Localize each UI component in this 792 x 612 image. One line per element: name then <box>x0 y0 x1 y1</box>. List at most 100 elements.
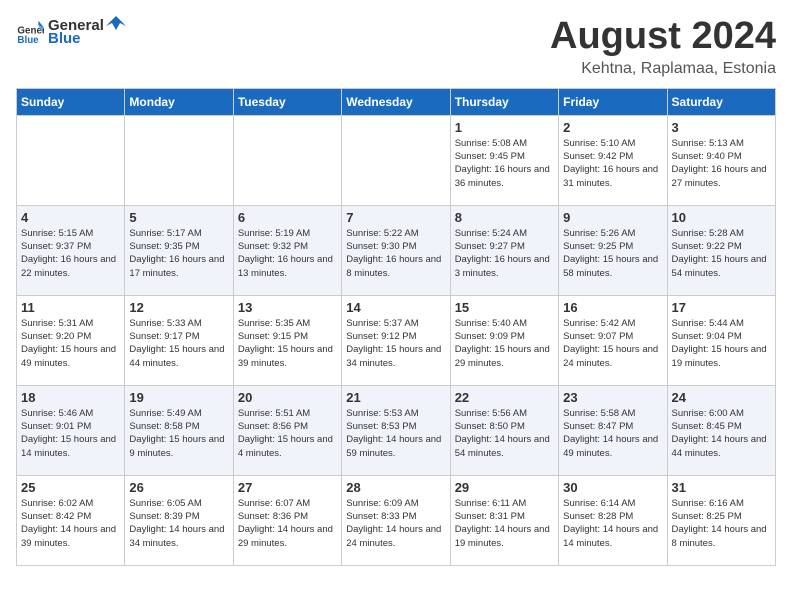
day-number: 8 <box>455 210 554 225</box>
calendar-week-row: 11 Sunrise: 5:31 AMSunset: 9:20 PMDaylig… <box>17 295 776 385</box>
weekday-header-cell: Thursday <box>450 88 558 115</box>
day-number: 14 <box>346 300 445 315</box>
day-info: Sunrise: 5:13 AMSunset: 9:40 PMDaylight:… <box>672 137 771 190</box>
calendar-day-cell: 12 Sunrise: 5:33 AMSunset: 9:17 PMDaylig… <box>125 295 233 385</box>
svg-text:Blue: Blue <box>17 35 39 46</box>
day-info: Sunrise: 5:40 AMSunset: 9:09 PMDaylight:… <box>455 317 554 370</box>
day-number: 5 <box>129 210 228 225</box>
day-info: Sunrise: 5:42 AMSunset: 9:07 PMDaylight:… <box>563 317 662 370</box>
day-info: Sunrise: 5:49 AMSunset: 8:58 PMDaylight:… <box>129 407 228 460</box>
day-info: Sunrise: 5:58 AMSunset: 8:47 PMDaylight:… <box>563 407 662 460</box>
calendar-subtitle: Kehtna, Raplamaa, Estonia <box>550 60 776 78</box>
day-info: Sunrise: 5:56 AMSunset: 8:50 PMDaylight:… <box>455 407 554 460</box>
day-info: Sunrise: 5:10 AMSunset: 9:42 PMDaylight:… <box>563 137 662 190</box>
day-number: 12 <box>129 300 228 315</box>
calendar-table: SundayMondayTuesdayWednesdayThursdayFrid… <box>16 88 776 566</box>
calendar-day-cell: 15 Sunrise: 5:40 AMSunset: 9:09 PMDaylig… <box>450 295 558 385</box>
calendar-day-cell: 5 Sunrise: 5:17 AMSunset: 9:35 PMDayligh… <box>125 205 233 295</box>
day-number: 31 <box>672 480 771 495</box>
day-number: 21 <box>346 390 445 405</box>
day-number: 15 <box>455 300 554 315</box>
calendar-day-cell: 2 Sunrise: 5:10 AMSunset: 9:42 PMDayligh… <box>559 115 667 205</box>
weekday-header-cell: Monday <box>125 88 233 115</box>
calendar-day-cell: 4 Sunrise: 5:15 AMSunset: 9:37 PMDayligh… <box>17 205 125 295</box>
day-info: Sunrise: 5:31 AMSunset: 9:20 PMDaylight:… <box>21 317 120 370</box>
day-info: Sunrise: 5:51 AMSunset: 8:56 PMDaylight:… <box>238 407 337 460</box>
day-info: Sunrise: 6:00 AMSunset: 8:45 PMDaylight:… <box>672 407 771 460</box>
weekday-header-cell: Wednesday <box>342 88 450 115</box>
day-info: Sunrise: 6:02 AMSunset: 8:42 PMDaylight:… <box>21 497 120 550</box>
calendar-body: 1 Sunrise: 5:08 AMSunset: 9:45 PMDayligh… <box>17 115 776 565</box>
day-number: 9 <box>563 210 662 225</box>
day-number: 20 <box>238 390 337 405</box>
calendar-day-cell: 13 Sunrise: 5:35 AMSunset: 9:15 PMDaylig… <box>233 295 341 385</box>
weekday-header-cell: Friday <box>559 88 667 115</box>
day-number: 25 <box>21 480 120 495</box>
weekday-header-cell: Saturday <box>667 88 775 115</box>
day-number: 10 <box>672 210 771 225</box>
day-info: Sunrise: 6:11 AMSunset: 8:31 PMDaylight:… <box>455 497 554 550</box>
day-info: Sunrise: 5:33 AMSunset: 9:17 PMDaylight:… <box>129 317 228 370</box>
day-number: 3 <box>672 120 771 135</box>
calendar-day-cell: 11 Sunrise: 5:31 AMSunset: 9:20 PMDaylig… <box>17 295 125 385</box>
day-number: 6 <box>238 210 337 225</box>
day-number: 22 <box>455 390 554 405</box>
title-area: August 2024 Kehtna, Raplamaa, Estonia <box>550 16 776 78</box>
day-number: 26 <box>129 480 228 495</box>
calendar-day-cell: 26 Sunrise: 6:05 AMSunset: 8:39 PMDaylig… <box>125 475 233 565</box>
day-info: Sunrise: 6:05 AMSunset: 8:39 PMDaylight:… <box>129 497 228 550</box>
calendar-day-cell: 20 Sunrise: 5:51 AMSunset: 8:56 PMDaylig… <box>233 385 341 475</box>
day-number: 30 <box>563 480 662 495</box>
calendar-day-cell: 10 Sunrise: 5:28 AMSunset: 9:22 PMDaylig… <box>667 205 775 295</box>
calendar-week-row: 1 Sunrise: 5:08 AMSunset: 9:45 PMDayligh… <box>17 115 776 205</box>
weekday-header-cell: Sunday <box>17 88 125 115</box>
day-number: 1 <box>455 120 554 135</box>
day-number: 29 <box>455 480 554 495</box>
day-number: 16 <box>563 300 662 315</box>
day-number: 19 <box>129 390 228 405</box>
calendar-day-cell: 8 Sunrise: 5:24 AMSunset: 9:27 PMDayligh… <box>450 205 558 295</box>
logo-bird-icon <box>106 16 126 34</box>
day-number: 2 <box>563 120 662 135</box>
day-number: 23 <box>563 390 662 405</box>
day-number: 18 <box>21 390 120 405</box>
header: General Blue General Blue August 2024 Ke… <box>16 16 776 78</box>
calendar-day-cell: 25 Sunrise: 6:02 AMSunset: 8:42 PMDaylig… <box>17 475 125 565</box>
day-number: 13 <box>238 300 337 315</box>
day-number: 11 <box>21 300 120 315</box>
calendar-day-cell: 9 Sunrise: 5:26 AMSunset: 9:25 PMDayligh… <box>559 205 667 295</box>
weekday-header-row: SundayMondayTuesdayWednesdayThursdayFrid… <box>17 88 776 115</box>
day-info: Sunrise: 5:37 AMSunset: 9:12 PMDaylight:… <box>346 317 445 370</box>
calendar-week-row: 18 Sunrise: 5:46 AMSunset: 9:01 PMDaylig… <box>17 385 776 475</box>
calendar-title: August 2024 <box>550 16 776 58</box>
day-number: 27 <box>238 480 337 495</box>
calendar-day-cell: 22 Sunrise: 5:56 AMSunset: 8:50 PMDaylig… <box>450 385 558 475</box>
day-info: Sunrise: 5:15 AMSunset: 9:37 PMDaylight:… <box>21 227 120 280</box>
calendar-day-cell: 18 Sunrise: 5:46 AMSunset: 9:01 PMDaylig… <box>17 385 125 475</box>
day-number: 28 <box>346 480 445 495</box>
calendar-day-cell: 6 Sunrise: 5:19 AMSunset: 9:32 PMDayligh… <box>233 205 341 295</box>
day-info: Sunrise: 5:53 AMSunset: 8:53 PMDaylight:… <box>346 407 445 460</box>
day-info: Sunrise: 5:19 AMSunset: 9:32 PMDaylight:… <box>238 227 337 280</box>
calendar-day-cell: 31 Sunrise: 6:16 AMSunset: 8:25 PMDaylig… <box>667 475 775 565</box>
calendar-day-cell: 27 Sunrise: 6:07 AMSunset: 8:36 PMDaylig… <box>233 475 341 565</box>
day-info: Sunrise: 5:17 AMSunset: 9:35 PMDaylight:… <box>129 227 228 280</box>
day-info: Sunrise: 5:22 AMSunset: 9:30 PMDaylight:… <box>346 227 445 280</box>
day-info: Sunrise: 5:46 AMSunset: 9:01 PMDaylight:… <box>21 407 120 460</box>
calendar-day-cell: 1 Sunrise: 5:08 AMSunset: 9:45 PMDayligh… <box>450 115 558 205</box>
calendar-day-cell: 16 Sunrise: 5:42 AMSunset: 9:07 PMDaylig… <box>559 295 667 385</box>
calendar-day-cell: 30 Sunrise: 6:14 AMSunset: 8:28 PMDaylig… <box>559 475 667 565</box>
calendar-day-cell: 19 Sunrise: 5:49 AMSunset: 8:58 PMDaylig… <box>125 385 233 475</box>
logo-icon: General Blue <box>16 18 44 46</box>
calendar-day-cell: 7 Sunrise: 5:22 AMSunset: 9:30 PMDayligh… <box>342 205 450 295</box>
day-info: Sunrise: 5:35 AMSunset: 9:15 PMDaylight:… <box>238 317 337 370</box>
calendar-week-row: 25 Sunrise: 6:02 AMSunset: 8:42 PMDaylig… <box>17 475 776 565</box>
day-info: Sunrise: 6:09 AMSunset: 8:33 PMDaylight:… <box>346 497 445 550</box>
day-info: Sunrise: 5:08 AMSunset: 9:45 PMDaylight:… <box>455 137 554 190</box>
day-info: Sunrise: 6:16 AMSunset: 8:25 PMDaylight:… <box>672 497 771 550</box>
calendar-day-cell: 3 Sunrise: 5:13 AMSunset: 9:40 PMDayligh… <box>667 115 775 205</box>
calendar-day-cell <box>342 115 450 205</box>
calendar-day-cell: 24 Sunrise: 6:00 AMSunset: 8:45 PMDaylig… <box>667 385 775 475</box>
day-info: Sunrise: 5:26 AMSunset: 9:25 PMDaylight:… <box>563 227 662 280</box>
calendar-day-cell: 17 Sunrise: 5:44 AMSunset: 9:04 PMDaylig… <box>667 295 775 385</box>
